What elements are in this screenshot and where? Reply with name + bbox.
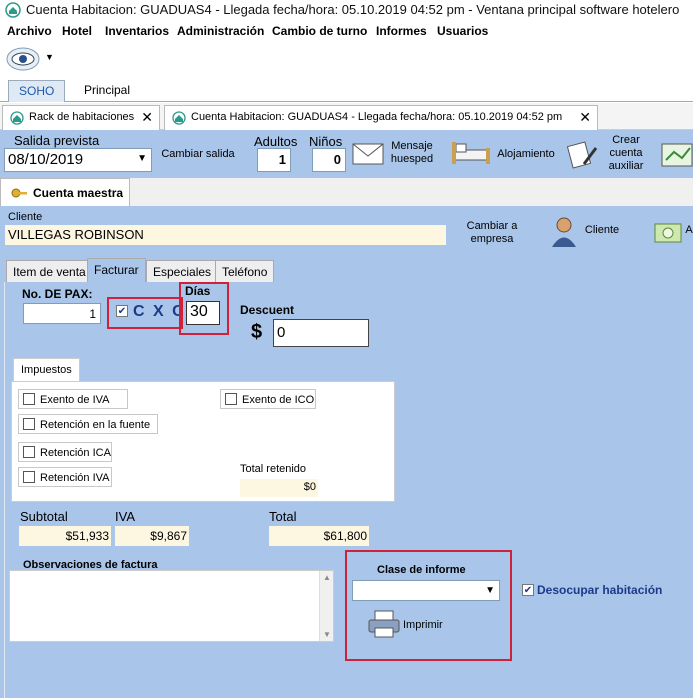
checkbox-icon: [23, 393, 35, 405]
ninos-field[interactable]: 0: [312, 148, 346, 172]
a-button[interactable]: A: [684, 224, 693, 237]
person-icon[interactable]: [549, 216, 579, 248]
iva-field: $9,867: [115, 526, 189, 546]
retencion-ica-checkbox[interactable]: Retención ICA: [18, 442, 112, 462]
document-tabs: Rack de habitaciones ✕ Cuenta Habitacion…: [0, 103, 693, 130]
iva-label: IVA: [115, 509, 135, 524]
money-icon[interactable]: [652, 216, 684, 248]
menu-informes[interactable]: Informes: [376, 24, 427, 38]
tab-item-de-venta[interactable]: Item de venta: [6, 260, 93, 282]
clase-informe-select[interactable]: ▼: [352, 580, 500, 601]
alojamiento-button[interactable]: Alojamiento: [494, 148, 558, 161]
cxc-highlight: [107, 297, 183, 329]
checkbox-icon: [23, 418, 35, 430]
cambiar-empresa-button[interactable]: Cambiar a empresa: [458, 220, 526, 246]
tab-especiales[interactable]: Especiales: [146, 260, 219, 282]
doc-tab-label: Cuenta Habitacion: GUADUAS4 - Llegada fe…: [191, 111, 563, 123]
salida-date-picker[interactable]: 08/10/2019 ▼: [4, 148, 152, 172]
ledger-icon[interactable]: [660, 140, 693, 170]
scrollbar[interactable]: ▲ ▼: [319, 571, 333, 641]
subtotal-label: Subtotal: [20, 509, 68, 524]
total-label: Total: [269, 509, 297, 524]
doc-tab-cuenta[interactable]: Cuenta Habitacion: GUADUAS4 - Llegada fe…: [164, 105, 598, 130]
salida-label: Salida prevista: [14, 133, 100, 148]
house-icon: [172, 111, 186, 125]
tab-cuenta-maestra[interactable]: Cuenta maestra: [0, 178, 130, 206]
cambiar-salida-button[interactable]: Cambiar salida: [158, 148, 238, 161]
menu-inventarios[interactable]: Inventarios: [105, 24, 169, 38]
imprimir-button[interactable]: Imprimir: [403, 619, 443, 631]
tab-facturar[interactable]: Facturar: [87, 258, 146, 282]
facturar-frame: No. DE PAX: 1 ✔ C X C Días 30 Descuent $…: [4, 282, 693, 698]
observaciones-textarea[interactable]: ▲ ▼: [9, 570, 334, 642]
cliente-label: Cliente: [8, 211, 43, 223]
cliente-field[interactable]: VILLEGAS ROBINSON: [5, 225, 446, 245]
doc-tab-rack[interactable]: Rack de habitaciones ✕: [2, 105, 160, 130]
clase-informe-label: Clase de informe: [377, 564, 466, 576]
tab-principal[interactable]: Principal: [74, 80, 140, 102]
retencion-fuente-checkbox[interactable]: Retención en la fuente: [18, 414, 158, 434]
chevron-down-icon: ▼: [137, 153, 147, 164]
desocupar-checkbox[interactable]: ✔: [522, 584, 534, 596]
house-icon: [5, 2, 21, 18]
dias-highlight: [179, 282, 229, 335]
dollar-sign: $: [251, 321, 263, 343]
key-icon: [11, 188, 27, 198]
tab-soho[interactable]: SOHO: [8, 80, 66, 102]
total-field: $61,800: [269, 526, 369, 546]
cliente-button[interactable]: Cliente: [580, 224, 624, 237]
checkbox-icon: [225, 393, 237, 405]
close-icon[interactable]: ✕: [141, 109, 153, 126]
menu-hotel[interactable]: Hotel: [62, 24, 92, 38]
subtotal-field: $51,933: [19, 526, 111, 546]
crear-cuenta-auxiliar-button[interactable]: Crear cuenta auxiliar: [600, 134, 652, 173]
total-retenido-field: $0: [240, 479, 318, 497]
eye-icon[interactable]: [5, 46, 41, 72]
impuestos-group: Exento de IVA Exento de ICO Retención en…: [11, 381, 395, 502]
close-icon[interactable]: ✕: [579, 109, 591, 126]
header-panel: Salida prevista 08/10/2019 ▼ Cambiar sal…: [0, 130, 693, 178]
window-title: Cuenta Habitacion: GUADUAS4 - Llegada fe…: [26, 2, 680, 17]
printer-icon[interactable]: [367, 609, 401, 639]
menu-bar: Archivo Hotel Inventarios Administración…: [0, 20, 693, 42]
house-icon: [10, 111, 24, 125]
title-bar: Cuenta Habitacion: GUADUAS4 - Llegada fe…: [0, 0, 693, 20]
menu-usuarios[interactable]: Usuarios: [437, 24, 488, 38]
pax-label: No. DE PAX:: [22, 287, 93, 301]
checkbox-icon: [23, 446, 35, 458]
exento-iva-checkbox[interactable]: Exento de IVA: [18, 389, 128, 409]
desocupar-label: Desocupar habitación: [537, 583, 663, 597]
checkbox-icon: [23, 471, 35, 483]
descuento-field[interactable]: 0: [273, 319, 369, 347]
menu-archivo[interactable]: Archivo: [7, 24, 52, 38]
menu-cambio-turno[interactable]: Cambio de turno: [272, 24, 367, 38]
chevron-down-icon: ▼: [485, 585, 495, 596]
ninos-label: Niños: [309, 134, 343, 149]
descuento-label: Descuent: [240, 303, 295, 317]
tab-telefono[interactable]: Teléfono: [215, 260, 275, 282]
menu-administracion[interactable]: Administración: [177, 24, 264, 38]
mensaje-huesped-button[interactable]: Mensaje huesped: [386, 140, 438, 166]
tab-impuestos[interactable]: Impuestos: [13, 358, 80, 382]
adultos-label: Adultos: [254, 134, 298, 149]
dropdown-arrow-icon[interactable]: ▼: [45, 52, 54, 62]
doc-tab-label: Rack de habitaciones: [29, 111, 135, 123]
document-pen-icon[interactable]: [566, 138, 598, 170]
ribbon-tabs: SOHO Principal: [0, 76, 693, 102]
exento-ico-checkbox[interactable]: Exento de ICO: [220, 389, 316, 409]
scroll-down-icon[interactable]: ▼: [323, 630, 331, 639]
scroll-up-icon[interactable]: ▲: [323, 573, 331, 582]
pax-field[interactable]: 1: [23, 303, 101, 324]
adultos-field[interactable]: 1: [257, 148, 291, 172]
retencion-iva-checkbox[interactable]: Retención IVA: [18, 467, 112, 487]
envelope-icon[interactable]: [352, 142, 384, 166]
total-retenido-label: Total retenido: [240, 463, 307, 475]
bed-icon[interactable]: [450, 136, 492, 168]
quick-access-bar: ▼: [0, 42, 693, 76]
